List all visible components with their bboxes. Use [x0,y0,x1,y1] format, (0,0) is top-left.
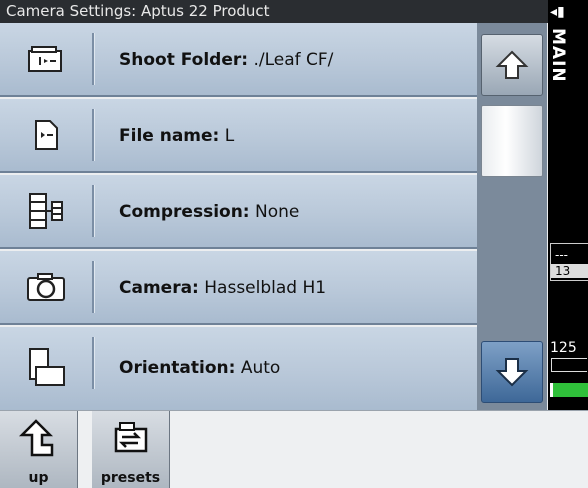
exposure-meter [551,358,587,372]
setting-text: File name: L [119,99,234,171]
setting-label: Compression: [119,202,250,222]
presets-icon [92,417,169,457]
setting-row-shoot-folder[interactable]: Shoot Folder: ./Leaf CF/ [0,23,477,97]
setting-value: ./Leaf CF/ [253,50,334,70]
scrollbar[interactable] [477,23,547,410]
setting-text: Camera: Hasselblad H1 [119,251,326,323]
scroll-down-button[interactable] [481,341,543,403]
setting-row-orientation[interactable]: Orientation: Auto [0,327,477,410]
bottom-toolbar: up presets [0,410,588,488]
settings-list: Shoot Folder: ./Leaf CF/ File name: L Co… [0,23,477,410]
setting-value: None [255,202,300,222]
setting-value: Hasselblad H1 [204,278,327,298]
battery-icon [550,383,588,397]
compression-icon [0,175,92,247]
arrow-down-icon [495,358,529,387]
row-divider [92,261,94,313]
setting-value: Auto [240,358,281,378]
row-divider [92,185,94,237]
presets-button[interactable]: presets [92,411,170,488]
shutter-speed: 125 [550,340,577,356]
setting-row-camera[interactable]: Camera: Hasselblad H1 [0,251,477,325]
setting-label: Camera: [119,278,199,298]
up-button[interactable]: up [0,411,78,488]
capture-folder-indicator: --- 13 [550,243,588,281]
scroll-thumb[interactable] [481,105,543,177]
setting-text: Shoot Folder: ./Leaf CF/ [119,23,333,95]
row-divider [92,337,94,389]
window-title: Camera Settings: Aptus 22 Product [0,0,548,23]
setting-label: Orientation: [119,358,236,378]
setting-row-compression[interactable]: Compression: None [0,175,477,249]
folder-icon [0,23,92,95]
up-arrow-icon [0,417,77,459]
setting-label: Shoot Folder: [119,50,249,70]
file-icon [0,99,92,171]
status-sidebar: ◂▮ MAIN --- 13 125 [548,0,588,410]
card-icon: ◂▮ [550,4,565,20]
presets-label: presets [100,470,161,486]
mode-label[interactable]: MAIN [548,28,568,83]
folder-count: 13 [551,264,588,278]
setting-value: L [224,126,235,146]
arrow-up-icon [495,50,529,79]
setting-text: Orientation: Auto [119,327,280,407]
camera-icon [0,251,92,323]
row-divider [92,109,94,161]
setting-row-file-name[interactable]: File name: L [0,99,477,173]
setting-text: Compression: None [119,175,299,247]
row-divider [92,33,94,85]
setting-label: File name: [119,126,220,146]
orientation-icon [0,327,92,407]
scroll-up-button[interactable] [481,34,543,96]
up-label: up [28,470,49,486]
folder-top-text: --- [555,248,568,262]
